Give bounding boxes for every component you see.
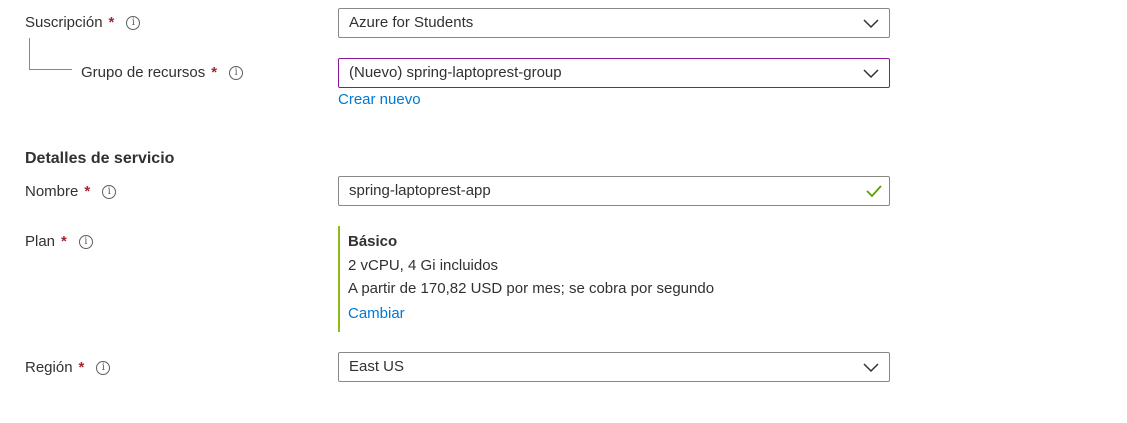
- name-input[interactable]: spring-laptoprest-app: [338, 176, 890, 206]
- create-new-link[interactable]: Crear nuevo: [338, 90, 421, 110]
- change-plan-link[interactable]: Cambiar: [348, 304, 758, 324]
- required-asterisk: *: [84, 183, 91, 200]
- tree-connector: [29, 38, 72, 70]
- resource-group-label: Grupo de recursos: [81, 64, 206, 81]
- region-dropdown[interactable]: East US: [338, 352, 890, 382]
- section-title: Detalles de servicio: [25, 150, 175, 167]
- name-label: Nombre: [25, 183, 79, 200]
- name-value: spring-laptoprest-app: [349, 182, 491, 199]
- resource-group-value: (Nuevo) spring-laptoprest-group: [349, 64, 562, 81]
- info-icon[interactable]: i: [102, 185, 117, 199]
- plan-price: A partir de 170,82 USD por mes; se cobra…: [348, 280, 715, 297]
- subscription-value: Azure for Students: [349, 14, 474, 31]
- name-label-row: Nombre * i: [25, 182, 117, 202]
- info-icon[interactable]: i: [78, 235, 93, 249]
- subscription-label-row: Suscripción * i: [25, 13, 141, 33]
- required-asterisk: *: [211, 64, 218, 81]
- chevron-down-icon: [863, 69, 879, 79]
- info-icon[interactable]: i: [96, 361, 111, 375]
- required-asterisk: *: [61, 233, 67, 250]
- plan-tier: Básico: [348, 233, 398, 250]
- region-value: East US: [349, 358, 405, 375]
- plan-label-row: Plan * i: [25, 232, 93, 252]
- plan-resources: 2 vCPU, 4 Gi incluidos: [348, 257, 499, 274]
- chevron-down-icon: [863, 363, 879, 373]
- region-label-row: Región * i: [25, 358, 111, 378]
- subscription-dropdown[interactable]: Azure for Students: [338, 8, 890, 38]
- subscription-label: Suscripción: [25, 14, 103, 31]
- required-asterisk: *: [108, 14, 115, 31]
- resource-group-dropdown[interactable]: (Nuevo) spring-laptoprest-group: [338, 58, 890, 88]
- plan-label: Plan: [25, 233, 56, 250]
- info-icon[interactable]: i: [126, 16, 141, 30]
- resource-group-label-row: Grupo de recursos * i: [81, 63, 244, 83]
- plan-summary-card: Básico 2 vCPU, 4 Gi incluidos A partir d…: [338, 226, 758, 332]
- info-icon[interactable]: i: [229, 66, 244, 80]
- required-asterisk: *: [78, 359, 85, 376]
- checkmark-icon: [866, 185, 882, 198]
- region-label: Región: [25, 359, 73, 376]
- chevron-down-icon: [863, 19, 879, 29]
